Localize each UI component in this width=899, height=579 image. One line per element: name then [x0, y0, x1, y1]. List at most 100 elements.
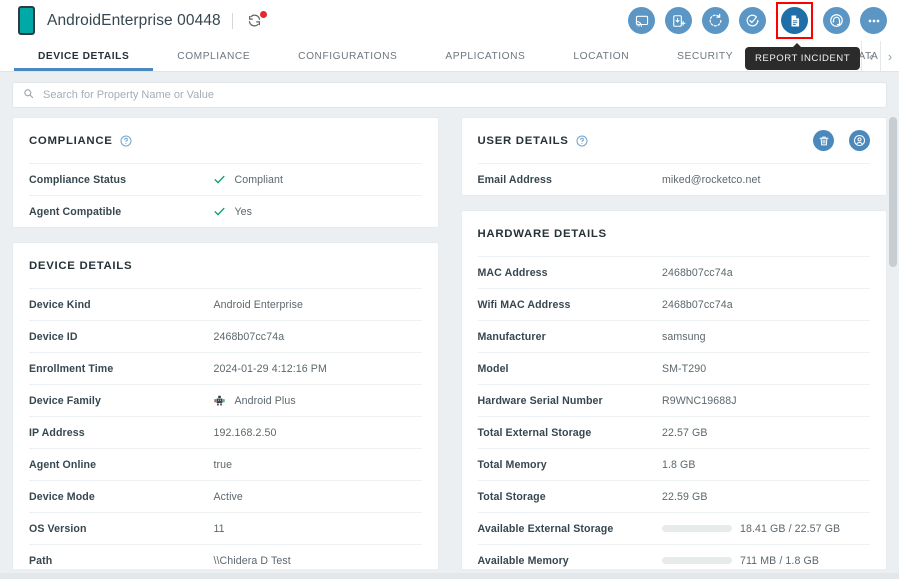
- row-label: Device Kind: [29, 298, 91, 311]
- row-value-text: Yes: [234, 205, 253, 218]
- row-value: Yes: [213, 205, 421, 218]
- search-box[interactable]: [12, 82, 887, 108]
- header-action-buttons: [628, 2, 887, 39]
- check-in-button[interactable]: [739, 7, 766, 34]
- row-value: 22.57 GB: [661, 426, 708, 439]
- row-value: SM-T290: [661, 362, 707, 375]
- row-value: 22.59 GB: [661, 490, 708, 503]
- compliance-card-title: COMPLIANCE: [29, 134, 113, 147]
- row-label: Total Memory: [477, 458, 547, 471]
- row-value-text: Android Plus: [234, 394, 296, 407]
- tab-label: COMPLIANCE: [177, 50, 251, 62]
- android-icon: [213, 394, 226, 407]
- row-label: Agent Online: [29, 458, 97, 471]
- search-icon: [23, 86, 34, 104]
- delete-user-button[interactable]: [813, 130, 834, 151]
- check-icon: [213, 173, 226, 186]
- search-input[interactable]: [43, 89, 876, 101]
- right-column: USER DETAILS Email Address miked@rocketc…: [460, 117, 887, 569]
- table-row: Device Mode Active: [29, 480, 422, 512]
- compliance-card-header: COMPLIANCE: [29, 118, 422, 163]
- row-value: 2468b07cc74a: [661, 298, 733, 311]
- compliance-card: COMPLIANCE Compliance Status Compliant A…: [12, 117, 439, 228]
- help-circle-icon[interactable]: [576, 135, 588, 147]
- details-content: COMPLIANCE Compliance Status Compliant A…: [0, 117, 899, 569]
- row-value-text: Compliant: [234, 173, 284, 186]
- table-row: Path \\Chidera D Test: [29, 544, 422, 569]
- install-app-button[interactable]: [665, 7, 692, 34]
- help-circle-icon[interactable]: [120, 135, 132, 147]
- table-row: IP Address 192.168.2.50: [29, 416, 422, 448]
- table-row: Device Family Android Plus: [29, 384, 422, 416]
- row-label: Agent Compatible: [29, 205, 122, 218]
- row-value: Compliant: [213, 173, 421, 186]
- row-value: 11: [213, 522, 225, 535]
- app-header: AndroidEnterprise 00448: [0, 0, 899, 41]
- page-title: AndroidEnterprise 00448: [47, 11, 221, 29]
- row-value: Android Enterprise: [213, 298, 304, 311]
- sync-device-button[interactable]: [702, 7, 729, 34]
- row-value: 1.8 GB: [661, 458, 696, 471]
- vertical-scrollbar[interactable]: [889, 117, 897, 569]
- row-value: Active: [213, 490, 243, 503]
- row-label: Available External Storage: [477, 522, 614, 535]
- tab-label: SECURITY: [677, 50, 734, 62]
- storage-progress-bar: [661, 525, 732, 532]
- tab-security[interactable]: SECURITY: [653, 41, 757, 71]
- tab-configurations[interactable]: CONFIGURATIONS: [274, 41, 421, 71]
- row-value-text: 711 MB / 1.8 GB: [739, 554, 819, 567]
- row-value: \\Chidera D Test: [213, 554, 291, 567]
- table-row: Enrollment Time 2024-01-29 4:12:16 PM: [29, 352, 422, 384]
- check-icon: [213, 205, 226, 218]
- remote-support-button[interactable]: [823, 7, 850, 34]
- row-value: 2024-01-29 4:12:16 PM: [213, 362, 327, 375]
- row-label: OS Version: [29, 522, 87, 535]
- report-incident-button-highlight: [776, 2, 813, 39]
- refresh-icon[interactable]: [244, 10, 267, 32]
- report-incident-tooltip: REPORT INCIDENT: [745, 43, 861, 70]
- row-label: Wifi MAC Address: [477, 298, 571, 311]
- device-details-card-header: DEVICE DETAILS: [29, 243, 422, 288]
- assign-user-button[interactable]: [849, 130, 870, 151]
- row-label: Email Address: [477, 173, 553, 186]
- user-details-card-header: USER DETAILS: [477, 118, 870, 163]
- header-title-group: AndroidEnterprise 00448: [18, 6, 628, 35]
- row-label: Hardware Serial Number: [477, 394, 603, 407]
- title-divider: [231, 12, 233, 29]
- table-row: Model SM-T290: [477, 352, 870, 384]
- row-value: 192.168.2.50: [213, 426, 277, 439]
- tab-compliance[interactable]: COMPLIANCE: [153, 41, 274, 71]
- row-label: IP Address: [29, 426, 85, 439]
- phone-icon: [18, 6, 35, 35]
- hardware-details-card-title: HARDWARE DETAILS: [477, 227, 607, 240]
- row-value: 2468b07cc74a: [213, 330, 285, 343]
- tab-label: DEVICE DETAILS: [38, 50, 130, 62]
- row-label: Total Storage: [477, 490, 546, 503]
- row-value: 18.41 GB / 22.57 GB: [661, 523, 870, 535]
- table-row: OS Version 11: [29, 512, 422, 544]
- more-actions-button[interactable]: [860, 7, 887, 34]
- row-label: Available Memory: [477, 554, 569, 567]
- table-row: Agent Compatible Yes: [29, 195, 422, 227]
- row-value: 2468b07cc74a: [661, 266, 733, 279]
- notification-dot: [259, 10, 267, 18]
- row-label: Device Mode: [29, 490, 95, 503]
- horizontal-scrollbar[interactable]: [0, 573, 899, 579]
- row-label: MAC Address: [477, 266, 548, 279]
- remote-cast-button[interactable]: [628, 7, 655, 34]
- tab-device-details[interactable]: DEVICE DETAILS: [14, 41, 154, 71]
- table-row: Email Address miked@rocketco.net: [477, 163, 870, 195]
- tab-label: CONFIGURATIONS: [298, 50, 398, 62]
- user-details-card-title: USER DETAILS: [477, 134, 569, 147]
- tab-list: DEVICE DETAILS COMPLIANCE CONFIGURATIONS…: [0, 41, 878, 71]
- search-area: [0, 72, 899, 117]
- tab-location[interactable]: LOCATION: [549, 41, 653, 71]
- row-label: Total External Storage: [477, 426, 592, 439]
- report-incident-button[interactable]: [781, 7, 808, 34]
- vertical-scrollbar-thumb[interactable]: [889, 117, 897, 267]
- table-row: Total Storage 22.59 GB: [477, 480, 870, 512]
- memory-progress-bar: [661, 557, 732, 564]
- row-value: Android Plus: [213, 394, 421, 407]
- tab-applications[interactable]: APPLICATIONS: [421, 41, 549, 71]
- hardware-details-card: HARDWARE DETAILS MAC Address 2468b07cc74…: [460, 210, 887, 569]
